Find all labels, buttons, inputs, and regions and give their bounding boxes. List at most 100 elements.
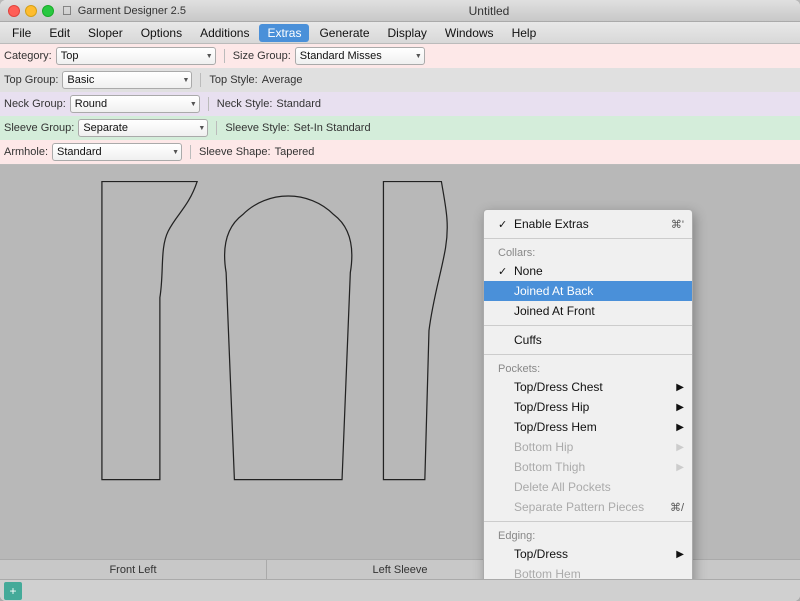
- app-window:  Garment Designer 2.5 Untitled File Edi…: [0, 0, 800, 601]
- pocket-thigh-arrow: ▶: [676, 462, 684, 473]
- menu-edging-top-dress[interactable]: Top/Dress ▶: [484, 544, 692, 564]
- toolbar: Category: Top Size Group: Standard Misse…: [0, 44, 800, 165]
- menu-collar-joined-front[interactable]: Joined At Front: [484, 301, 692, 321]
- top-group-select-wrap: Basic: [62, 71, 192, 89]
- pocket-bottom-hip-arrow: ▶: [676, 442, 684, 453]
- menu-enable-extras[interactable]: ✓ Enable Extras ⌘': [484, 214, 692, 234]
- category-select[interactable]: Top: [56, 47, 216, 65]
- menu-edit[interactable]: Edit: [41, 24, 78, 42]
- toolbar-row-5: Armhole: Standard Sleeve Shape: Tapered: [0, 140, 800, 164]
- separate-shortcut: ⌘/: [670, 501, 684, 514]
- sleeve-group-select[interactable]: Separate: [78, 119, 208, 137]
- bottom-toolbar: +: [0, 579, 800, 601]
- sleeve-style-value: Set-In Standard: [294, 122, 371, 134]
- menu-windows[interactable]: Windows: [437, 24, 502, 42]
- minimize-button[interactable]: [25, 5, 37, 17]
- menu-pocket-hip[interactable]: Top/Dress Hip ▶: [484, 397, 692, 417]
- pocket-hip-label: Top/Dress Hip: [514, 400, 589, 414]
- cuffs-label: Cuffs: [514, 333, 542, 347]
- neck-group-select-wrap: Round: [70, 95, 200, 113]
- menu-collar-joined-back[interactable]: Joined At Back: [484, 281, 692, 301]
- menu-file[interactable]: File: [4, 24, 39, 42]
- edging-section-label: Edging:: [484, 526, 692, 544]
- neck-style-value: Standard: [276, 98, 321, 110]
- sleeve-group-label: Sleeve Group:: [4, 122, 74, 134]
- pocket-hem-label: Top/Dress Hem: [514, 420, 597, 434]
- divider-3: [484, 354, 692, 355]
- traffic-lights: [8, 5, 54, 17]
- back-left-piece: [383, 182, 447, 480]
- size-group-label: Size Group:: [233, 50, 291, 62]
- menu-edging-bottom-hem: Bottom Hem: [484, 564, 692, 579]
- divider-1: [484, 238, 692, 239]
- sleeve-shape-label: Sleeve Shape:: [199, 146, 271, 158]
- collar-none-check: ✓: [498, 265, 512, 278]
- enable-check: ✓: [498, 218, 512, 231]
- enable-label: Enable Extras: [514, 217, 589, 231]
- armhole-select-wrap: Standard: [52, 143, 182, 161]
- menu-help[interactable]: Help: [504, 24, 545, 42]
- menu-pocket-chest[interactable]: Top/Dress Chest ▶: [484, 377, 692, 397]
- maximize-button[interactable]: [42, 5, 54, 17]
- menu-collar-none[interactable]: ✓ None: [484, 261, 692, 281]
- menu-sloper[interactable]: Sloper: [80, 24, 131, 42]
- neck-style-label: Neck Style:: [217, 98, 273, 110]
- armhole-select[interactable]: Standard: [52, 143, 182, 161]
- category-label: Category:: [4, 50, 52, 62]
- titlebar:  Garment Designer 2.5 Untitled: [0, 0, 800, 22]
- menu-separate-pattern: Separate Pattern Pieces ⌘/: [484, 497, 692, 517]
- edging-hem-label: Bottom Hem: [514, 567, 581, 579]
- enable-shortcut: ⌘': [671, 218, 684, 231]
- neck-group-select[interactable]: Round: [70, 95, 200, 113]
- toolbar-row-3: Neck Group: Round Neck Style: Standard: [0, 92, 800, 116]
- menu-pocket-bottom-hip: Bottom Hip ▶: [484, 437, 692, 457]
- divider-2: [484, 325, 692, 326]
- front-left-piece: [102, 182, 197, 480]
- separate-label: Separate Pattern Pieces: [514, 500, 644, 514]
- pocket-bottom-hip-label: Bottom Hip: [514, 440, 573, 454]
- window-title: Untitled: [186, 4, 792, 18]
- edging-top-label: Top/Dress: [514, 547, 568, 561]
- menu-options[interactable]: Options: [133, 24, 190, 42]
- collar-front-label: Joined At Front: [514, 304, 595, 318]
- toolbar-row-2: Top Group: Basic Top Style: Average: [0, 68, 800, 92]
- menu-display[interactable]: Display: [380, 24, 435, 42]
- size-group-select[interactable]: Standard Misses: [295, 47, 425, 65]
- top-group-select[interactable]: Basic: [62, 71, 192, 89]
- close-button[interactable]: [8, 5, 20, 17]
- delete-pockets-label: Delete All Pockets: [514, 480, 611, 494]
- menu-pocket-hem[interactable]: Top/Dress Hem ▶: [484, 417, 692, 437]
- menubar: File Edit Sloper Options Additions Extra…: [0, 22, 800, 44]
- pockets-section-label: Pockets:: [484, 359, 692, 377]
- size-group-select-wrap: Standard Misses: [295, 47, 425, 65]
- edging-top-arrow: ▶: [676, 549, 684, 560]
- toolbar-row-1: Category: Top Size Group: Standard Misse…: [0, 44, 800, 68]
- app-name: Garment Designer 2.5: [78, 5, 186, 17]
- add-icon: +: [9, 584, 16, 598]
- pocket-chest-label: Top/Dress Chest: [514, 380, 603, 394]
- collar-none-label: None: [514, 264, 543, 278]
- label-front-left: Front Left: [0, 560, 267, 579]
- collar-back-label: Joined At Back: [514, 284, 593, 298]
- menu-generate[interactable]: Generate: [311, 24, 377, 42]
- menu-delete-all-pockets: Delete All Pockets: [484, 477, 692, 497]
- menu-cuffs[interactable]: Cuffs: [484, 330, 692, 350]
- category-select-wrap: Top: [56, 47, 216, 65]
- sleeve-style-label: Sleeve Style:: [225, 122, 289, 134]
- top-style-label: Top Style:: [209, 74, 257, 86]
- apple-icon: : [62, 3, 72, 18]
- top-style-value: Average: [262, 74, 303, 86]
- left-sleeve-piece: [225, 196, 352, 480]
- collars-section-label: Collars:: [484, 243, 692, 261]
- armhole-label: Armhole:: [4, 146, 48, 158]
- top-group-label: Top Group:: [4, 74, 58, 86]
- neck-group-label: Neck Group:: [4, 98, 66, 110]
- main-area: Front Left Left Sleeve Back Left ✓ Enabl…: [0, 165, 800, 579]
- pocket-chest-arrow: ▶: [676, 382, 684, 393]
- pocket-hem-arrow: ▶: [676, 422, 684, 433]
- add-button[interactable]: +: [4, 582, 22, 600]
- menu-extras[interactable]: Extras: [259, 24, 309, 42]
- extras-menu[interactable]: ✓ Enable Extras ⌘' Collars: ✓ None Joine…: [483, 209, 693, 579]
- pocket-hip-arrow: ▶: [676, 402, 684, 413]
- menu-additions[interactable]: Additions: [192, 24, 257, 42]
